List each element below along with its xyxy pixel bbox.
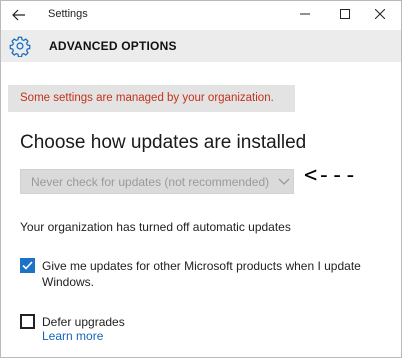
window-title: Settings [48, 8, 88, 20]
option-defer-upgrades-label: Defer upgrades [42, 315, 125, 329]
maximize-button[interactable] [328, 1, 362, 27]
arrow-left-icon [12, 9, 25, 21]
close-icon [375, 9, 385, 19]
minimize-icon [300, 13, 310, 15]
title-bar: Settings [1, 1, 401, 30]
option-other-products[interactable]: Give me updates for other Microsoft prod… [20, 258, 390, 292]
page-header: ADVANCED OPTIONS [1, 30, 401, 62]
back-button[interactable] [5, 3, 33, 27]
page-title: ADVANCED OPTIONS [49, 39, 177, 53]
managed-banner: Some settings are managed by your organi… [8, 85, 295, 112]
learn-more-link[interactable]: Learn more [42, 329, 103, 343]
checkbox-checked[interactable] [20, 258, 35, 273]
checkmark-icon [22, 261, 33, 270]
maximize-icon [340, 9, 350, 19]
chevron-down-icon [278, 178, 290, 185]
dropdown-selected-value: Never check for updates (not recommended… [31, 175, 270, 189]
option-other-products-label: Give me updates for other Microsoft prod… [42, 259, 361, 289]
updates-heading: Choose how updates are installed [20, 132, 307, 153]
gear-icon [9, 36, 31, 57]
managed-banner-text: Some settings are managed by your organi… [20, 92, 274, 104]
annotation-arrow: <--- [304, 163, 357, 188]
checkbox-unchecked[interactable] [20, 314, 35, 329]
close-button[interactable] [363, 1, 397, 27]
update-method-dropdown[interactable]: Never check for updates (not recommended… [20, 169, 294, 194]
minimize-button[interactable] [288, 1, 322, 27]
org-notice: Your organization has turned off automat… [20, 220, 291, 234]
